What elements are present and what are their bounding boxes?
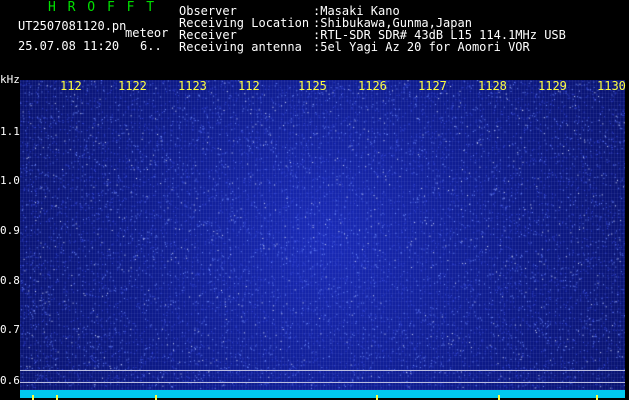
time-marker	[596, 395, 598, 400]
y-axis-unit: kHz	[0, 73, 20, 86]
timestamp-label: 25.07.08 11:20	[18, 39, 120, 53]
x-tick-1: 112	[60, 79, 82, 93]
y-tick-0-7: 0.7	[0, 323, 20, 336]
x-tick-8: 1128	[478, 79, 507, 93]
baseline-bar	[20, 390, 625, 398]
filename-label: UT2507081120.pn	[18, 19, 127, 33]
y-tick-0-8: 0.8	[0, 274, 20, 287]
time-marker	[155, 395, 157, 400]
y-tick-0-6: 0.6	[0, 374, 20, 387]
x-tick-10: 1130	[597, 79, 626, 93]
meteor-count: 6..	[140, 39, 162, 53]
x-tick-5: 1125	[298, 79, 327, 93]
time-marker	[32, 395, 34, 400]
spectrogram-plot[interactable]	[20, 80, 625, 398]
y-tick-1-1: 1.1	[0, 125, 20, 138]
antenna-value: :5el Yagi Az 20 for Aomori VOR	[313, 40, 530, 54]
x-tick-4: 112	[238, 79, 260, 93]
spectrogram-noise	[20, 80, 625, 398]
y-tick-0-9: 0.9	[0, 224, 20, 237]
time-marker	[56, 395, 58, 400]
y-tick-1-0: 1.0	[0, 174, 20, 187]
x-tick-3: 1123	[178, 79, 207, 93]
meteor-tag: meteor	[125, 26, 169, 40]
x-tick-9: 1129	[538, 79, 567, 93]
x-tick-2: 1122	[118, 79, 147, 93]
x-tick-6: 1126	[358, 79, 387, 93]
x-tick-7: 1127	[418, 79, 447, 93]
app-brand: H R O F F T	[48, 0, 157, 15]
time-marker	[376, 395, 378, 400]
antenna-label: Receiving antenna	[179, 40, 302, 54]
time-marker	[498, 395, 500, 400]
reference-line-upper	[20, 370, 625, 371]
reference-line-lower	[20, 382, 625, 383]
